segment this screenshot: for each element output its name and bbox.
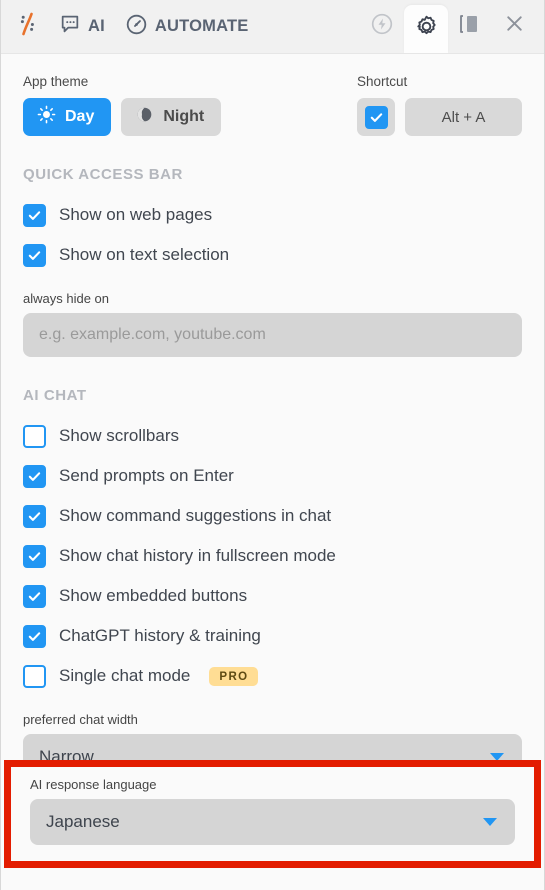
settings-body: App theme Day Night Shortcut Alt + A QUI… bbox=[1, 54, 544, 780]
preferred-chat-width-label: preferred chat width bbox=[23, 712, 138, 727]
checkbox-show-chat-history-fullscreen[interactable] bbox=[23, 544, 46, 568]
ai-response-language-label: AI response language bbox=[30, 777, 157, 792]
ai-chat-section-title: AI CHAT bbox=[23, 387, 87, 404]
option-show-embedded-buttons[interactable]: Show embedded buttons bbox=[23, 576, 522, 616]
always-hide-on-input[interactable] bbox=[23, 313, 522, 357]
ai-response-language-highlight: AI response language Japanese bbox=[4, 760, 541, 868]
theme-option-day-label: Day bbox=[65, 108, 95, 125]
tab-ai[interactable]: AI bbox=[49, 0, 115, 54]
pro-badge: PRO bbox=[209, 666, 258, 686]
label-show-chat-history-fullscreen: Show chat history in fullscreen mode bbox=[59, 546, 336, 565]
toolbar-right-icons bbox=[360, 0, 536, 53]
option-show-on-text-selection[interactable]: Show on text selection bbox=[23, 235, 522, 275]
harpa-logo-button[interactable] bbox=[17, 0, 49, 54]
label-show-scrollbars: Show scrollbars bbox=[59, 426, 179, 445]
gear-icon-button[interactable] bbox=[404, 5, 448, 53]
label-chatgpt-history-training: ChatGPT history & training bbox=[59, 626, 261, 645]
gauge-icon bbox=[125, 13, 148, 41]
option-chatgpt-history-training[interactable]: ChatGPT history & training bbox=[23, 616, 522, 656]
checkbox-single-chat-mode[interactable] bbox=[23, 664, 46, 688]
chat-bubble-icon bbox=[59, 13, 81, 40]
top-toolbar: AI AUTOMATE bbox=[1, 0, 544, 54]
theme-option-night[interactable]: Night bbox=[121, 98, 222, 136]
tab-automate[interactable]: AUTOMATE bbox=[115, 0, 259, 54]
shortcut-row: Alt + A bbox=[357, 98, 522, 136]
shortcut-key-field[interactable]: Alt + A bbox=[405, 98, 522, 136]
harpa-logo-icon bbox=[17, 12, 39, 41]
close-icon bbox=[503, 12, 526, 40]
theme-toggle-group: Day Night bbox=[23, 98, 357, 136]
always-hide-on-label: always hide on bbox=[23, 291, 109, 306]
shortcut-checkbox[interactable] bbox=[364, 105, 388, 129]
label-show-command-suggestions: Show command suggestions in chat bbox=[59, 506, 332, 525]
checkbox-show-on-text-selection[interactable] bbox=[23, 243, 46, 267]
sun-icon bbox=[37, 105, 56, 129]
checkbox-show-command-suggestions[interactable] bbox=[23, 504, 46, 528]
label-send-prompts-on-enter: Send prompts on Enter bbox=[59, 466, 234, 485]
gear-icon bbox=[414, 14, 439, 44]
option-show-command-suggestions[interactable]: Show command suggestions in chat bbox=[23, 496, 522, 536]
tab-automate-label: AUTOMATE bbox=[154, 17, 249, 35]
app-theme-group: App theme Day Night bbox=[23, 74, 357, 136]
checkbox-send-prompts-on-enter[interactable] bbox=[23, 464, 46, 488]
close-icon-button[interactable] bbox=[492, 0, 536, 53]
option-send-prompts-on-enter[interactable]: Send prompts on Enter bbox=[23, 456, 522, 496]
theme-shortcut-row: App theme Day Night Shortcut Alt + A bbox=[23, 54, 522, 136]
ai-response-language-select[interactable]: Japanese bbox=[30, 799, 515, 845]
option-show-chat-history-fullscreen[interactable]: Show chat history in fullscreen mode bbox=[23, 536, 522, 576]
label-show-on-text-selection: Show on text selection bbox=[59, 245, 230, 264]
label-show-on-web-pages: Show on web pages bbox=[59, 205, 213, 224]
shortcut-group: Shortcut Alt + A bbox=[357, 74, 522, 136]
lightning-bolt-circle-icon-button[interactable] bbox=[360, 0, 404, 53]
option-show-scrollbars[interactable]: Show scrollbars bbox=[23, 416, 522, 456]
sidebar-panel-icon bbox=[458, 13, 482, 40]
moon-icon bbox=[135, 105, 154, 129]
theme-option-night-label: Night bbox=[163, 108, 205, 125]
theme-option-day[interactable]: Day bbox=[23, 98, 112, 136]
label-single-chat-mode: Single chat mode bbox=[59, 666, 191, 685]
checkbox-chatgpt-history-training[interactable] bbox=[23, 624, 46, 648]
sidebar-panel-icon-button[interactable] bbox=[448, 0, 492, 53]
checkbox-show-embedded-buttons[interactable] bbox=[23, 584, 46, 608]
shortcut-checkbox-holder[interactable] bbox=[357, 98, 395, 136]
option-single-chat-mode[interactable]: Single chat mode PRO bbox=[23, 656, 522, 696]
label-show-embedded-buttons: Show embedded buttons bbox=[59, 586, 248, 605]
shortcut-label: Shortcut bbox=[357, 74, 408, 89]
settings-panel: AI AUTOMATE App theme Day Night Shortcut… bbox=[0, 0, 545, 890]
quick-access-section-title: QUICK ACCESS BAR bbox=[23, 166, 183, 183]
lightning-bolt-circle-icon bbox=[370, 12, 394, 41]
ai-response-language-select-wrap: Japanese bbox=[30, 799, 515, 845]
checkbox-show-on-web-pages[interactable] bbox=[23, 203, 46, 227]
app-theme-label: App theme bbox=[23, 74, 89, 89]
tab-ai-label: AI bbox=[88, 17, 105, 35]
checkbox-show-scrollbars[interactable] bbox=[23, 424, 46, 448]
option-show-on-web-pages[interactable]: Show on web pages bbox=[23, 195, 522, 235]
